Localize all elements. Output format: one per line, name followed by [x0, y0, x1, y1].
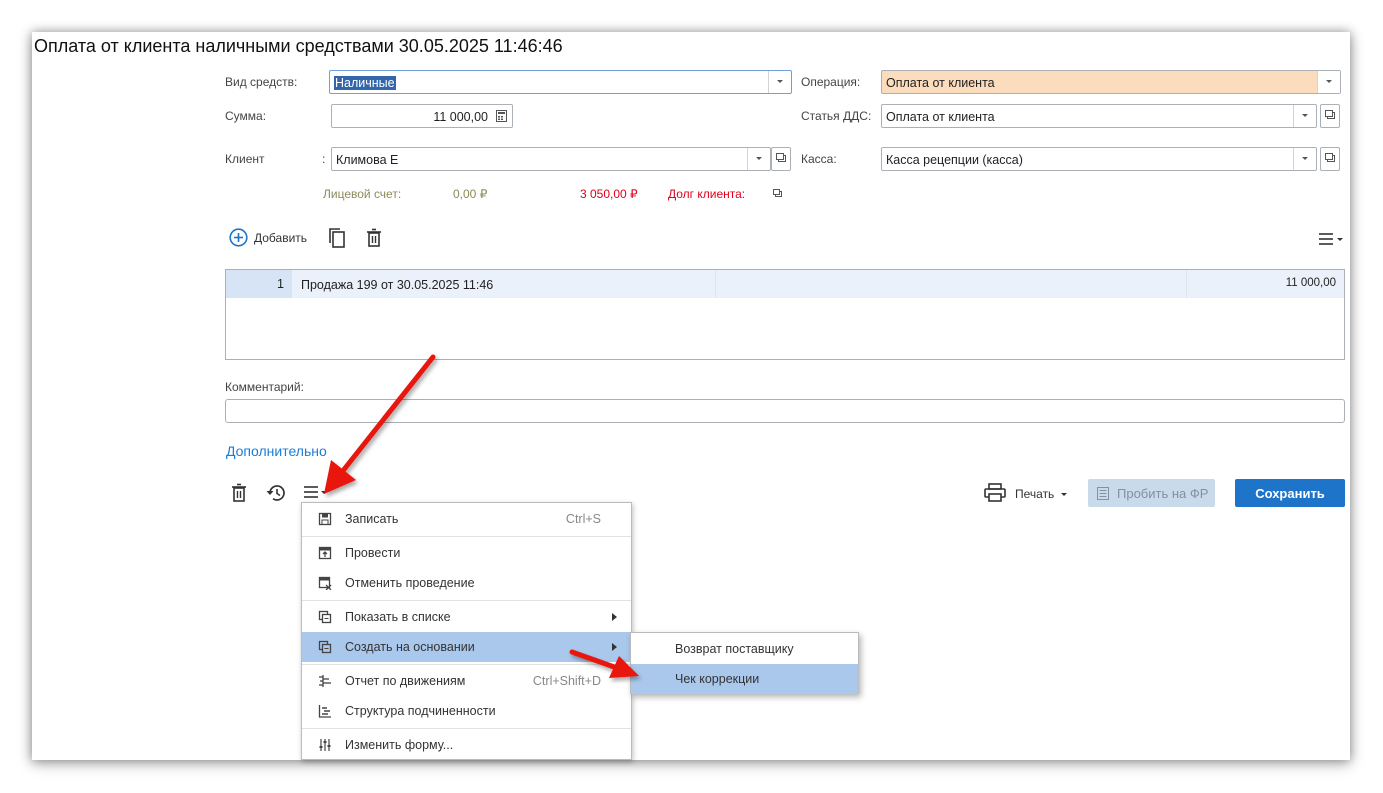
create-based-icon	[318, 640, 332, 654]
cash-field[interactable]: Касса рецепции (касса)	[881, 147, 1317, 171]
dds-dropdown-icon[interactable]	[1293, 105, 1316, 127]
movements-icon	[319, 675, 331, 687]
menu-item-save[interactable]: Записать Ctrl+S	[302, 504, 631, 534]
printer-icon	[984, 483, 1006, 502]
menu-item-change-form[interactable]: Изменить форму...	[302, 730, 631, 760]
debt-amount: 3 050,00 ₽	[580, 187, 638, 201]
funds-type-field[interactable]: Наличные	[329, 70, 792, 94]
submenu-item-correction-receipt[interactable]: Чек коррекции	[631, 664, 858, 694]
comment-label: Комментарий:	[225, 380, 304, 394]
row-document: Продажа 199 от 30.05.2025 11:46	[301, 278, 494, 292]
create-based-submenu: Возврат поставщику Чек коррекции	[630, 632, 859, 694]
page-title: Оплата от клиента наличными средствами 3…	[34, 36, 563, 56]
debt-open-icon[interactable]	[773, 189, 782, 197]
calculator-icon[interactable]	[496, 110, 507, 122]
cash-open-icon[interactable]	[1320, 147, 1340, 171]
print-label: Печать	[1015, 487, 1055, 501]
dds-value: Оплата от клиента	[886, 110, 995, 124]
show-list-icon	[318, 610, 332, 624]
client-label: Клиент	[225, 152, 265, 166]
save-label: Сохранить	[1255, 486, 1325, 501]
comment-input[interactable]	[225, 399, 1345, 423]
cash-value: Касса рецепции (касса)	[886, 153, 1023, 167]
dds-field[interactable]: Оплата от клиента	[881, 104, 1317, 128]
menu-item-unpost[interactable]: Отменить проведение	[302, 568, 631, 598]
operation-label: Операция:	[801, 75, 861, 89]
account-value: 0,00 ₽	[453, 187, 488, 201]
history-icon[interactable]	[265, 483, 287, 503]
fiscal-button[interactable]: Пробить на ФР	[1088, 479, 1215, 507]
settings-icon	[319, 739, 331, 751]
menu-item-create-based-on[interactable]: Создать на основании	[302, 632, 631, 662]
menu-item-movements-report[interactable]: Отчет по движениям Ctrl+Shift+D	[302, 666, 631, 696]
cash-dropdown-icon[interactable]	[1293, 148, 1316, 170]
delete-icon[interactable]	[366, 228, 382, 247]
print-button[interactable]: Печать	[984, 482, 1074, 504]
structure-icon	[318, 705, 331, 718]
client-value: Климова Е	[336, 153, 399, 167]
save-icon	[318, 512, 332, 526]
client-open-icon[interactable]	[771, 147, 791, 171]
submenu-arrow-icon	[612, 643, 617, 651]
save-button[interactable]: Сохранить	[1235, 479, 1345, 507]
menu-item-post[interactable]: Провести	[302, 538, 631, 568]
dds-open-icon[interactable]	[1320, 104, 1340, 128]
fiscal-label: Пробить на ФР	[1117, 486, 1209, 501]
debt-label: Долг клиента:	[668, 187, 746, 201]
table-more-menu-icon[interactable]	[1318, 232, 1344, 246]
unpost-icon	[318, 576, 332, 590]
client-dropdown-icon[interactable]	[747, 148, 770, 170]
operation-dropdown-icon[interactable]	[1317, 71, 1340, 93]
table-row[interactable]: 1 Продажа 199 от 30.05.2025 11:46 11 000…	[226, 270, 1344, 298]
copy-icon[interactable]	[328, 227, 346, 249]
payments-table: 1 Продажа 199 от 30.05.2025 11:46 11 000…	[225, 269, 1345, 360]
post-icon	[318, 546, 332, 560]
amount-value: 11 000,00	[433, 110, 488, 124]
funds-type-value: Наличные	[334, 76, 396, 90]
menu-item-show-in-list[interactable]: Показать в списке	[302, 602, 631, 632]
extra-link[interactable]: Дополнительно	[226, 443, 327, 459]
actions-menu: Записать Ctrl+S Провести Отменить провед…	[301, 502, 632, 760]
submenu-item-supplier-return[interactable]: Возврат поставщику	[631, 634, 858, 664]
menu-item-structure[interactable]: Структура подчиненности	[302, 696, 631, 726]
add-button-label: Добавить	[254, 231, 308, 245]
dds-label: Статья ДДС:	[801, 109, 872, 123]
funds-type-dropdown-icon[interactable]	[768, 71, 791, 93]
plus-circle-icon	[229, 228, 248, 247]
more-actions-icon[interactable]	[303, 485, 329, 500]
row-amount: 11 000,00	[1285, 277, 1336, 289]
client-field[interactable]: Климова Е	[331, 147, 771, 171]
cash-label: Касса:	[801, 152, 837, 166]
operation-value: Оплата от клиента	[886, 76, 995, 90]
form-window: Оплата от клиента наличными средствами 3…	[32, 32, 1350, 760]
submenu-arrow-icon	[612, 613, 617, 621]
arrow-to-more-actions-icon	[324, 354, 436, 494]
delete-document-icon[interactable]	[231, 483, 247, 502]
print-chevron-icon	[1061, 493, 1067, 496]
amount-label: Сумма:	[225, 109, 267, 123]
funds-type-label: Вид средств:	[225, 75, 298, 89]
account-label: Лицевой счет:	[323, 187, 402, 201]
operation-field[interactable]: Оплата от клиента	[881, 70, 1341, 94]
amount-field[interactable]: 11 000,00	[331, 104, 513, 128]
row-number: 1	[277, 277, 284, 291]
receipt-icon	[1097, 487, 1109, 500]
